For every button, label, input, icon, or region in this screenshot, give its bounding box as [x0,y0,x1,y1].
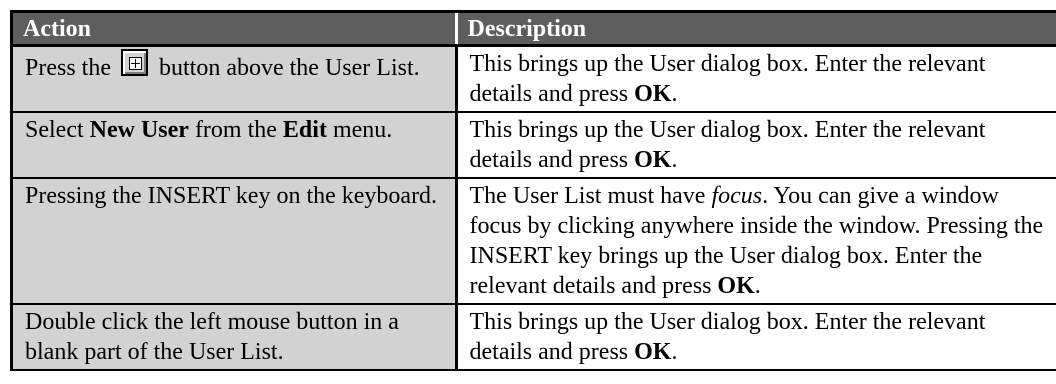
action-text: Select [25,117,90,143]
action-text: from the [188,117,283,143]
description-text: The User List must have [469,183,712,209]
table-header-row: Action Description [13,13,1056,47]
header-action: Action [13,13,458,47]
actions-table: Action Description Press the button abov… [13,13,1056,371]
action-text: Press the [25,55,117,81]
ok-label: OK [717,273,755,299]
new-user-menu-item-label: New User [89,117,189,143]
description-text: This brings up the User dialog box. Ente… [469,117,986,173]
action-text: menu. [326,117,393,143]
description-text: . [671,81,678,107]
ok-label: OK [634,81,672,107]
focus-term: focus [711,183,763,209]
table-row: Press the button above the User List. Th… [13,45,1056,113]
description-text: . [671,147,678,173]
description-cell: This brings up the User dialog box. Ente… [456,45,1056,113]
header-description: Description [456,13,1056,47]
table-row: Select New User from the Edit menu. This… [13,112,1056,179]
edit-menu-label: Edit [282,117,327,143]
action-cell: Pressing the INSERT key on the keyboard. [13,178,458,305]
action-text: button above the User List. [153,55,420,81]
action-cell: Double click the left mouse button in a … [13,304,458,371]
description-cell: This brings up the User dialog box. Ente… [456,304,1056,371]
ok-label: OK [634,147,672,173]
table-row: Pressing the INSERT key on the keyboard.… [13,178,1056,305]
table-row: Double click the left mouse button in a … [13,304,1056,371]
add-user-icon [121,49,148,76]
description-cell: This brings up the User dialog box. Ente… [456,112,1056,179]
action-cell: Press the button above the User List. [13,45,458,113]
action-cell: Select New User from the Edit menu. [13,112,458,179]
description-text: This brings up the User dialog box. Ente… [469,51,986,107]
description-text: . [671,339,678,365]
description-cell: The User List must have focus. You can g… [456,178,1056,305]
help-table-container: Action Description Press the button abov… [10,10,1056,371]
description-text: . [754,273,761,299]
ok-label: OK [634,339,672,365]
description-text: This brings up the User dialog box. Ente… [469,309,986,365]
